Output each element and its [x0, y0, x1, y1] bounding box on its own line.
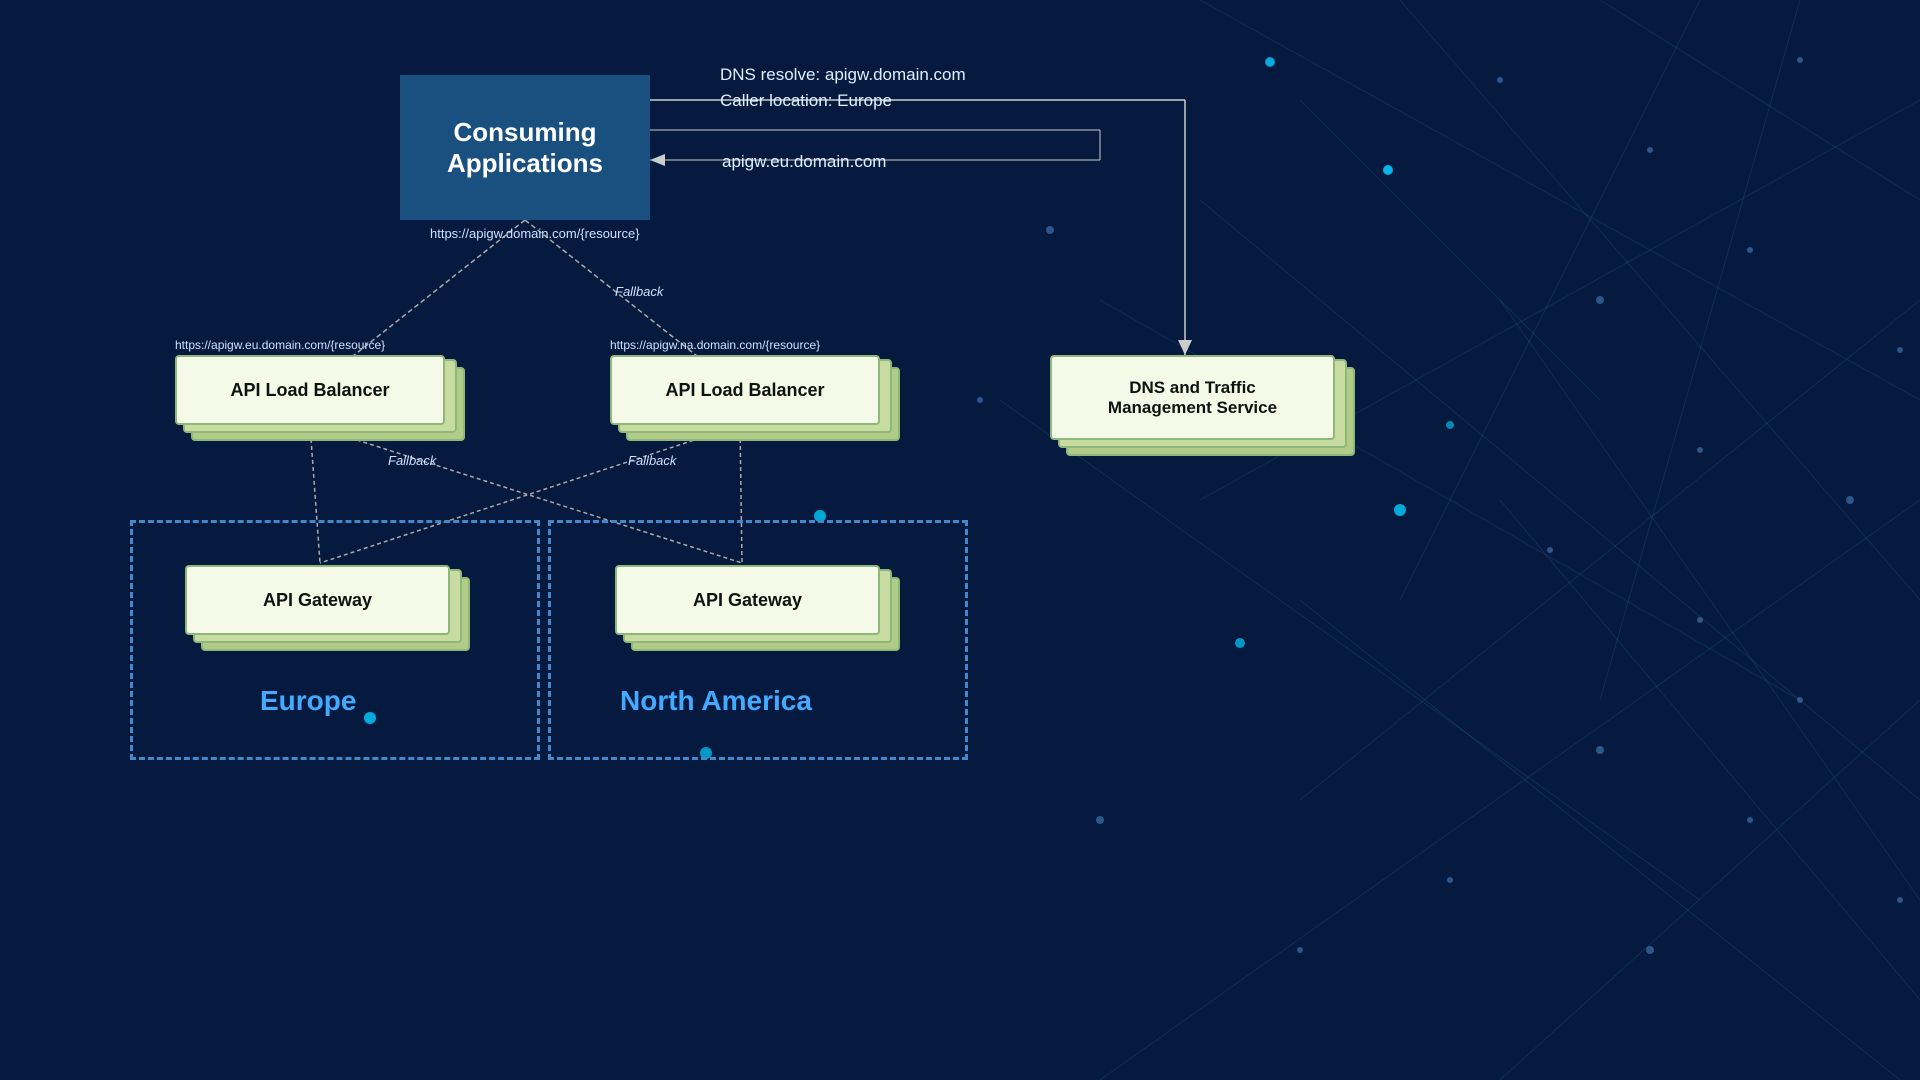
eu-api-gateway-label: API Gateway [263, 590, 372, 611]
caller-location-text: Caller location: Europe [720, 88, 966, 114]
fallback-label-eu: Fallback [388, 453, 436, 468]
dns-traffic-service: DNS and TrafficManagement Service [1050, 355, 1335, 440]
eu-load-balancer-label: API Load Balancer [230, 380, 389, 401]
eu-lb-url: https://apigw.eu.domain.com/{resource} [175, 338, 385, 352]
na-load-balancer-label: API Load Balancer [665, 380, 824, 401]
fallback-label-top: Fallback [615, 284, 663, 299]
url-main-label: https://apigw.domain.com/{resource} [430, 226, 640, 241]
eu-api-gateway: API Gateway [185, 565, 450, 635]
na-api-gateway: API Gateway [615, 565, 880, 635]
dns-resolve-text: DNS resolve: apigw.domain.com [720, 62, 966, 88]
na-load-balancer: API Load Balancer [610, 355, 880, 425]
dns-info-text: DNS resolve: apigw.domain.com Caller loc… [720, 62, 966, 113]
na-api-gateway-label: API Gateway [693, 590, 802, 611]
consuming-applications-label: Consuming Applications [415, 117, 635, 179]
fallback-label-na: Fallback [628, 453, 676, 468]
consuming-applications-box: Consuming Applications [400, 75, 650, 220]
dns-eu-label: apigw.eu.domain.com [722, 152, 886, 172]
europe-region-label: Europe [260, 685, 356, 717]
eu-load-balancer: API Load Balancer [175, 355, 445, 425]
dns-traffic-service-label: DNS and TrafficManagement Service [1108, 378, 1277, 418]
na-region-label: North America [620, 685, 812, 717]
na-lb-url: https://apigw.na.domain.com/{resource} [610, 338, 820, 352]
